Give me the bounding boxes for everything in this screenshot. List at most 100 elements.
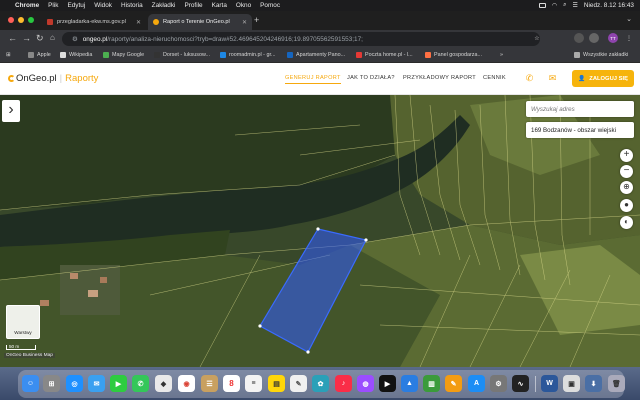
close-window-button[interactable] — [8, 17, 14, 23]
tab-ongeo-report[interactable]: Raport o Terenie OnGeo.pl ✕ — [148, 14, 252, 30]
side-panel-icon[interactable] — [589, 33, 599, 43]
bookmark-star-icon[interactable]: ☆ — [532, 33, 542, 43]
keynote-icon[interactable]: ▲ — [401, 375, 418, 392]
freeform-icon[interactable]: ✎ — [290, 375, 307, 392]
extensions-icon[interactable] — [574, 33, 584, 43]
system-settings-icon[interactable]: ⚙ — [490, 375, 507, 392]
all-bookmarks[interactable]: Wszystkie zakładki — [574, 52, 628, 58]
menu-item-edit[interactable]: Edytuj — [67, 2, 85, 9]
address-search-box[interactable] — [526, 101, 634, 117]
polygon-vertex[interactable] — [258, 324, 262, 328]
facetime-icon[interactable]: ▶ — [110, 375, 127, 392]
battery-icon[interactable] — [538, 3, 546, 8]
new-tab-icon[interactable]: + — [254, 15, 259, 25]
search-icon[interactable]: ⌕ — [563, 2, 566, 9]
nav-pricing[interactable]: CENNIK — [483, 75, 506, 81]
menu-item-profiles[interactable]: Profile — [184, 2, 202, 9]
tab-ekw[interactable]: przegladarka-ekw.ms.gov.pl ✕ — [42, 14, 146, 30]
bookmark-label: Wszystkie zakładki — [583, 52, 629, 58]
activity-monitor-icon[interactable]: ∿ — [512, 375, 529, 392]
back-arrow-icon[interactable]: ← — [8, 33, 17, 43]
notes-icon[interactable]: ▤ — [268, 375, 285, 392]
tab-search-chevron-icon[interactable]: ⌄ — [626, 15, 632, 23]
nav-how-it-works[interactable]: JAK TO DZIAŁA? — [347, 75, 395, 81]
phone-icon[interactable]: ✆ — [524, 73, 535, 83]
menu-item-view[interactable]: Widok — [94, 2, 112, 9]
nav-generate-report[interactable]: GENERUJ RAPORT — [285, 75, 341, 84]
app-store-icon[interactable]: A — [468, 375, 485, 392]
close-tab-icon[interactable]: ✕ — [242, 19, 247, 26]
apple-tv-icon[interactable]: ▶ — [379, 375, 396, 392]
street-view-icon[interactable]: ● — [620, 199, 633, 212]
podcasts-icon[interactable]: ◍ — [357, 375, 374, 392]
bookmark-apartamenty[interactable]: Apartamenty Pano... — [287, 52, 345, 58]
bookmark-poczta[interactable]: Poczta home.pl - l... — [356, 52, 413, 58]
map-layer-toggle-icon[interactable]: ◐ — [620, 216, 633, 229]
bookmark-label: Wikipedia — [69, 52, 93, 58]
menu-item-bookmarks[interactable]: Zakładki — [152, 2, 176, 9]
reminders-icon[interactable]: ≡ — [245, 375, 262, 392]
menu-item-help[interactable]: Pomoc — [260, 2, 280, 9]
address-bar[interactable]: ⚙ ongeo.pl/raporty/analiza-nieruchomosci… — [62, 32, 540, 46]
maps-app-icon[interactable]: ◆ — [155, 375, 172, 392]
bookmark-google-maps[interactable]: Mapy Google — [103, 52, 144, 58]
close-tab-icon[interactable]: ✕ — [136, 19, 141, 26]
menu-app-name[interactable]: Chrome — [15, 2, 39, 9]
menu-item-history[interactable]: Historia — [121, 2, 143, 9]
zoom-window-button[interactable] — [28, 17, 34, 23]
address-search-input[interactable] — [531, 105, 634, 113]
login-button[interactable]: 👤 ZALOGUJ SIĘ — [572, 70, 634, 87]
mail-app-icon[interactable]: ✉ — [88, 375, 105, 392]
site-logo[interactable]: OnGeo.pl | Raporty — [8, 73, 98, 84]
more-menu-icon[interactable]: ⋮ — [624, 33, 634, 43]
reload-icon[interactable]: ↻ — [36, 33, 44, 44]
profile-avatar[interactable]: TT — [608, 33, 618, 43]
bookmark-wikipedia[interactable]: Wikipedia — [60, 52, 92, 58]
word-icon[interactable]: W — [541, 375, 558, 392]
photos-icon[interactable]: ✿ — [312, 375, 329, 392]
forward-arrow-icon[interactable]: → — [22, 33, 31, 43]
polygon-vertex[interactable] — [364, 238, 368, 242]
bookmark-dorset[interactable]: Dorset - luksusow... — [154, 52, 210, 58]
logo-subtitle: Raporty — [65, 73, 99, 84]
chrome-icon[interactable]: ◉ — [178, 375, 195, 392]
menubar-clock[interactable]: Niedz. 8.12 16:43 — [584, 2, 634, 9]
numbers-icon[interactable]: ▥ — [423, 375, 440, 392]
contacts-icon[interactable]: ☰ — [201, 375, 218, 392]
locate-icon[interactable]: ⊕ — [620, 181, 633, 194]
messages-icon[interactable]: ✆ — [132, 375, 149, 392]
site-info-icon[interactable]: ⚙ — [72, 35, 78, 43]
trash-icon[interactable]: 🗑 — [608, 375, 625, 392]
wifi-icon[interactable]: ◠ — [552, 2, 557, 9]
calendar-icon[interactable]: 8 — [223, 375, 240, 392]
map-attribution[interactable]: OnGeo Business Map — [4, 353, 55, 358]
minimize-window-button[interactable] — [18, 17, 24, 23]
menu-item-tab[interactable]: Karta — [212, 2, 227, 9]
polygon-vertex[interactable] — [306, 350, 310, 354]
mail-icon[interactable]: ✉ — [547, 73, 558, 83]
menu-item-file[interactable]: Plik — [48, 2, 58, 9]
bookmark-panel[interactable]: Panel gospodarza... — [425, 52, 482, 58]
home-icon[interactable]: ⌂ — [50, 33, 55, 42]
layers-switcher[interactable]: Warstwy — [6, 305, 40, 339]
control-center-icon[interactable]: ☰ — [573, 2, 578, 9]
selected-location-result[interactable]: 169 Bodzanów - obszar wiejski — [526, 122, 634, 138]
zoom-in-button[interactable]: + — [620, 149, 633, 162]
bookmark-apple[interactable]: Apple — [28, 52, 51, 58]
safari-icon[interactable]: ◎ — [66, 375, 83, 392]
back-chevron-button[interactable]: › — [2, 100, 20, 122]
downloads-folder-icon[interactable]: ⬇ — [585, 375, 602, 392]
menu-item-window[interactable]: Okno — [236, 2, 251, 9]
polygon-vertex[interactable] — [316, 227, 320, 231]
apps-grid-icon[interactable]: ⊞ — [6, 52, 11, 58]
launchpad-icon[interactable]: ⊞ — [43, 375, 60, 392]
zoom-out-button[interactable]: − — [620, 165, 633, 178]
bookmarks-overflow-icon[interactable]: » — [500, 52, 503, 58]
map-view[interactable]: › 169 Bodzanów - obszar wiejski + − ⊕ ● … — [0, 95, 640, 367]
finder-icon[interactable]: ☺ — [22, 375, 39, 392]
bookmark-roomadmin[interactable]: roomadmin.pl - gr... — [220, 52, 275, 58]
preview-icon[interactable]: ▣ — [563, 375, 580, 392]
nav-sample-report[interactable]: PRZYKŁADOWY RAPORT — [403, 75, 476, 81]
music-icon[interactable]: ♪ — [335, 375, 352, 392]
pages-icon[interactable]: ✎ — [445, 375, 462, 392]
